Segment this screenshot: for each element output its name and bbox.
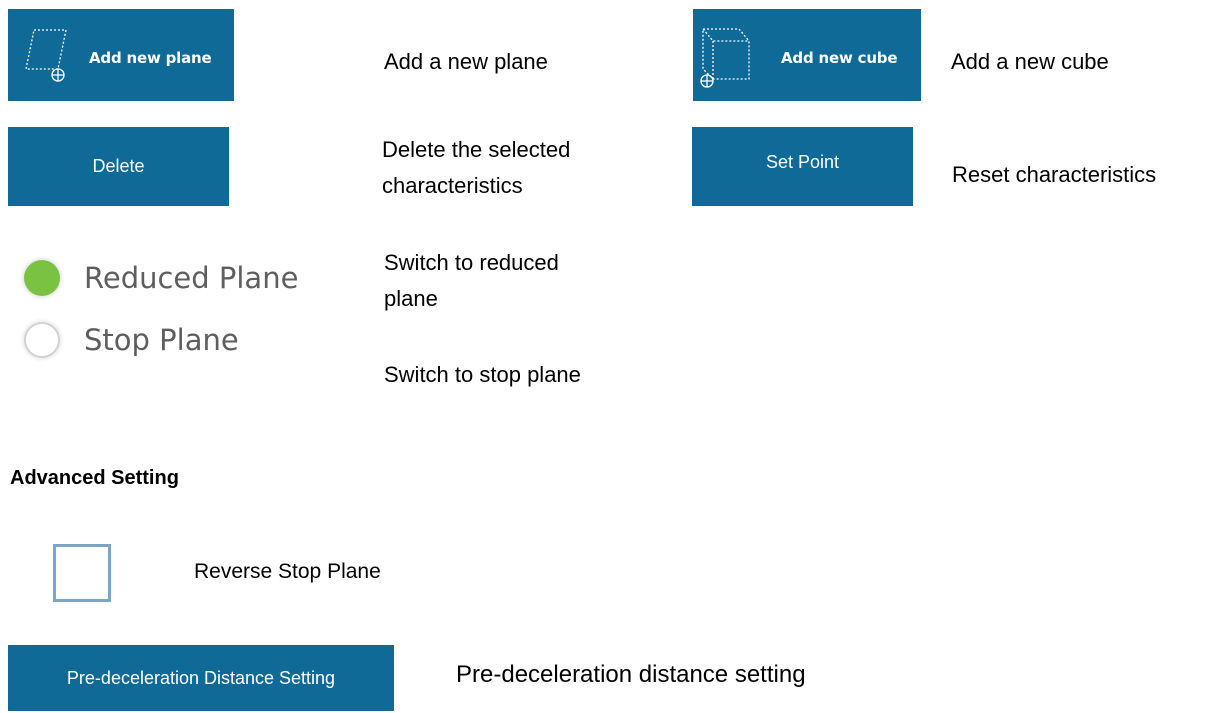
- reduced-plane-description: Switch to reduced plane: [384, 245, 559, 317]
- delete-description-line2: characteristics: [382, 173, 523, 198]
- reduced-plane-description-line1: Switch to reduced: [384, 250, 559, 275]
- set-point-button-label: Set Point: [765, 152, 840, 172]
- reverse-stop-plane-checkbox[interactable]: [53, 544, 111, 602]
- stop-plane-label: Stop Plane: [84, 323, 239, 357]
- cube-add-icon: [699, 25, 753, 89]
- add-new-plane-description: Add a new plane: [384, 49, 548, 74]
- add-new-cube-label: Add new cube: [781, 49, 898, 67]
- pre-deceleration-description: Pre-deceleration distance setting: [456, 661, 806, 688]
- stop-plane-description: Switch to stop plane: [384, 362, 581, 387]
- reduced-plane-label: Reduced Plane: [84, 261, 299, 295]
- set-point-description: Reset characteristics: [952, 162, 1157, 187]
- delete-button-label: Delete: [92, 156, 145, 176]
- delete-description: Delete the selected characteristics: [382, 132, 570, 204]
- add-new-cube-description: Add a new cube: [951, 49, 1109, 74]
- advanced-setting-heading: Advanced Setting: [10, 467, 179, 489]
- add-new-plane-label: Add new plane: [89, 49, 212, 67]
- radio-selected-icon: [24, 260, 60, 296]
- delete-button[interactable]: Delete: [8, 127, 229, 206]
- pre-deceleration-button-label: Pre-deceleration Distance Setting: [66, 667, 336, 688]
- reverse-stop-plane-label: Reverse Stop Plane: [194, 560, 381, 583]
- pre-deceleration-distance-setting-button[interactable]: Pre-deceleration Distance Setting: [8, 645, 394, 711]
- reduced-plane-radio[interactable]: Reduced Plane: [24, 260, 298, 296]
- plane-add-icon: [20, 27, 70, 85]
- delete-description-line1: Delete the selected: [382, 137, 571, 162]
- set-point-button[interactable]: Set Point: [692, 127, 913, 206]
- add-new-cube-button[interactable]: Add new cube: [693, 9, 921, 101]
- reduced-plane-description-line2: plane: [384, 286, 438, 311]
- radio-unselected-icon: [24, 322, 60, 358]
- stop-plane-radio[interactable]: Stop Plane: [24, 322, 239, 358]
- add-new-plane-button[interactable]: Add new plane: [8, 9, 234, 101]
